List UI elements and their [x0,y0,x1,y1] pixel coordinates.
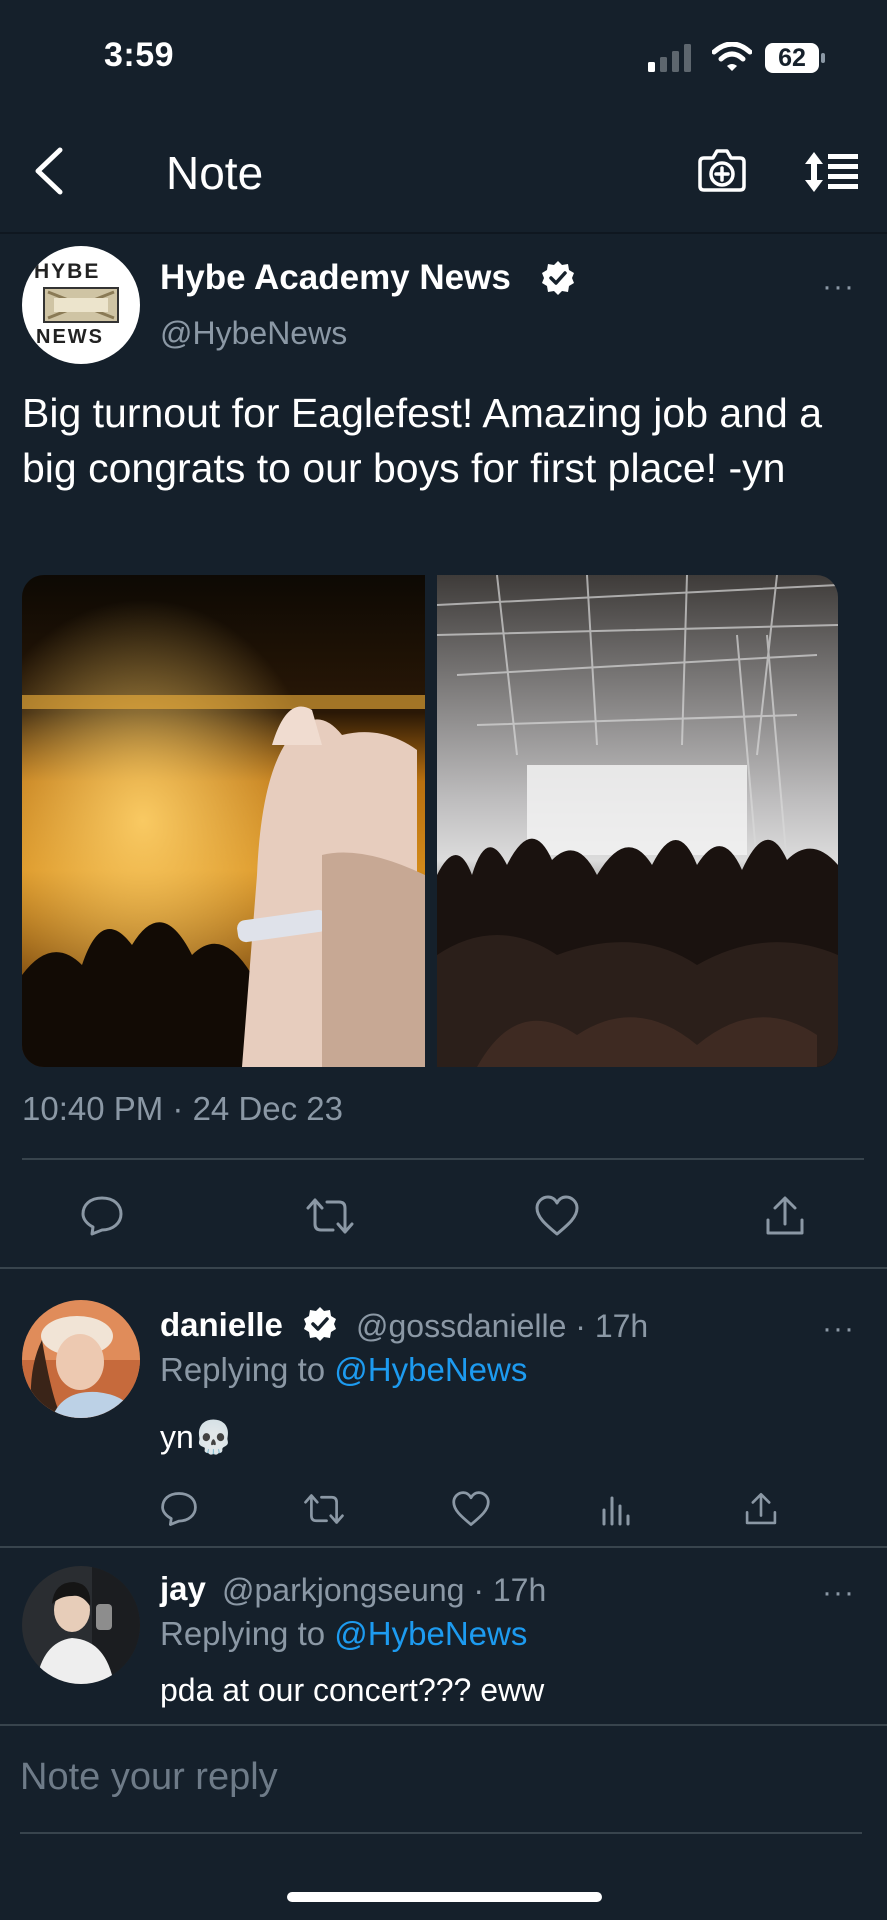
page-title: Note [166,147,264,199]
sort-icon [805,152,858,192]
reply-button[interactable] [160,1490,198,1528]
replying-to-label: Replying to [160,1351,326,1388]
wifi-icon [712,42,752,72]
chevron-left-icon [35,147,63,195]
share-button[interactable] [743,1490,779,1528]
reply-divider [0,1724,887,1726]
avatar[interactable] [22,1300,140,1418]
battery-level: 62 [778,44,806,72]
sort-button[interactable] [804,150,860,194]
tweet-photo-concert-hands[interactable] [22,575,425,1067]
heart-icon [452,1491,490,1526]
reply-author-name[interactable]: jay [160,1570,206,1608]
share-icon [745,1492,777,1525]
tweet-text: Big turnout for Eaglefest! Amazing job a… [22,390,823,491]
status-time: 3:59 [104,36,175,74]
like-button[interactable] [535,1194,579,1238]
share-button[interactable] [763,1194,807,1238]
reply-text: pda at our concert??? eww [160,1672,545,1708]
avatar-logo-bottom: NEWS [36,326,104,348]
more-options-icon[interactable]: ··· [822,1576,855,1610]
bar-chart-icon [602,1496,630,1526]
replying-to-handle[interactable]: @HybeNews [334,1615,527,1652]
hybe-news-avatar[interactable]: HYBE NEWS [22,246,140,364]
like-button[interactable] [452,1490,490,1528]
retweet-button[interactable] [303,1490,345,1528]
retweet-icon [304,1494,344,1524]
reply-input-underline [20,1832,862,1834]
tweet-timestamp: 10:40 PM · 24 Dec 23 [22,1090,344,1127]
verified-badge-icon [302,1306,338,1342]
reply-text: yn💀 [160,1419,234,1455]
heart-icon [535,1195,579,1236]
comment-icon [81,1196,123,1236]
back-button[interactable] [30,146,70,196]
replying-to-handle[interactable]: @HybeNews [334,1351,527,1388]
reply-author-name[interactable]: danielle [160,1306,283,1344]
retweet-button[interactable] [305,1194,355,1238]
avatar[interactable] [22,1566,140,1684]
author-handle[interactable]: @HybeNews [160,315,347,352]
comment-icon [161,1492,197,1526]
author-name[interactable]: Hybe Academy News [160,258,511,298]
reply-input[interactable]: Note your reply [20,1756,278,1799]
reply-handle-time[interactable]: @gossdanielle · 17h [356,1308,648,1345]
cellular-signal-icon [648,44,694,72]
replying-to-label: Replying to [160,1615,326,1652]
retweet-icon [306,1198,354,1234]
avatar-logo-top: HYBE [34,260,101,283]
share-icon [766,1196,804,1235]
camera-plus-button[interactable] [698,148,746,192]
tweet-divider [0,1267,887,1269]
timestamp-divider [22,1158,864,1160]
camera-plus-icon [698,149,746,192]
more-options-icon[interactable]: ··· [822,270,855,304]
tweet-photo-concert-crowd[interactable] [437,575,838,1067]
header-divider [0,232,887,234]
reply-handle-time[interactable]: @parkjongseung · 17h [222,1572,546,1609]
battery-indicator: 62 [764,42,826,79]
more-options-icon[interactable]: ··· [822,1312,855,1346]
verified-badge-icon [540,260,576,296]
home-indicator[interactable] [287,1892,602,1902]
reply-button[interactable] [80,1194,124,1238]
views-button[interactable] [600,1492,632,1526]
reply-divider [0,1546,887,1548]
